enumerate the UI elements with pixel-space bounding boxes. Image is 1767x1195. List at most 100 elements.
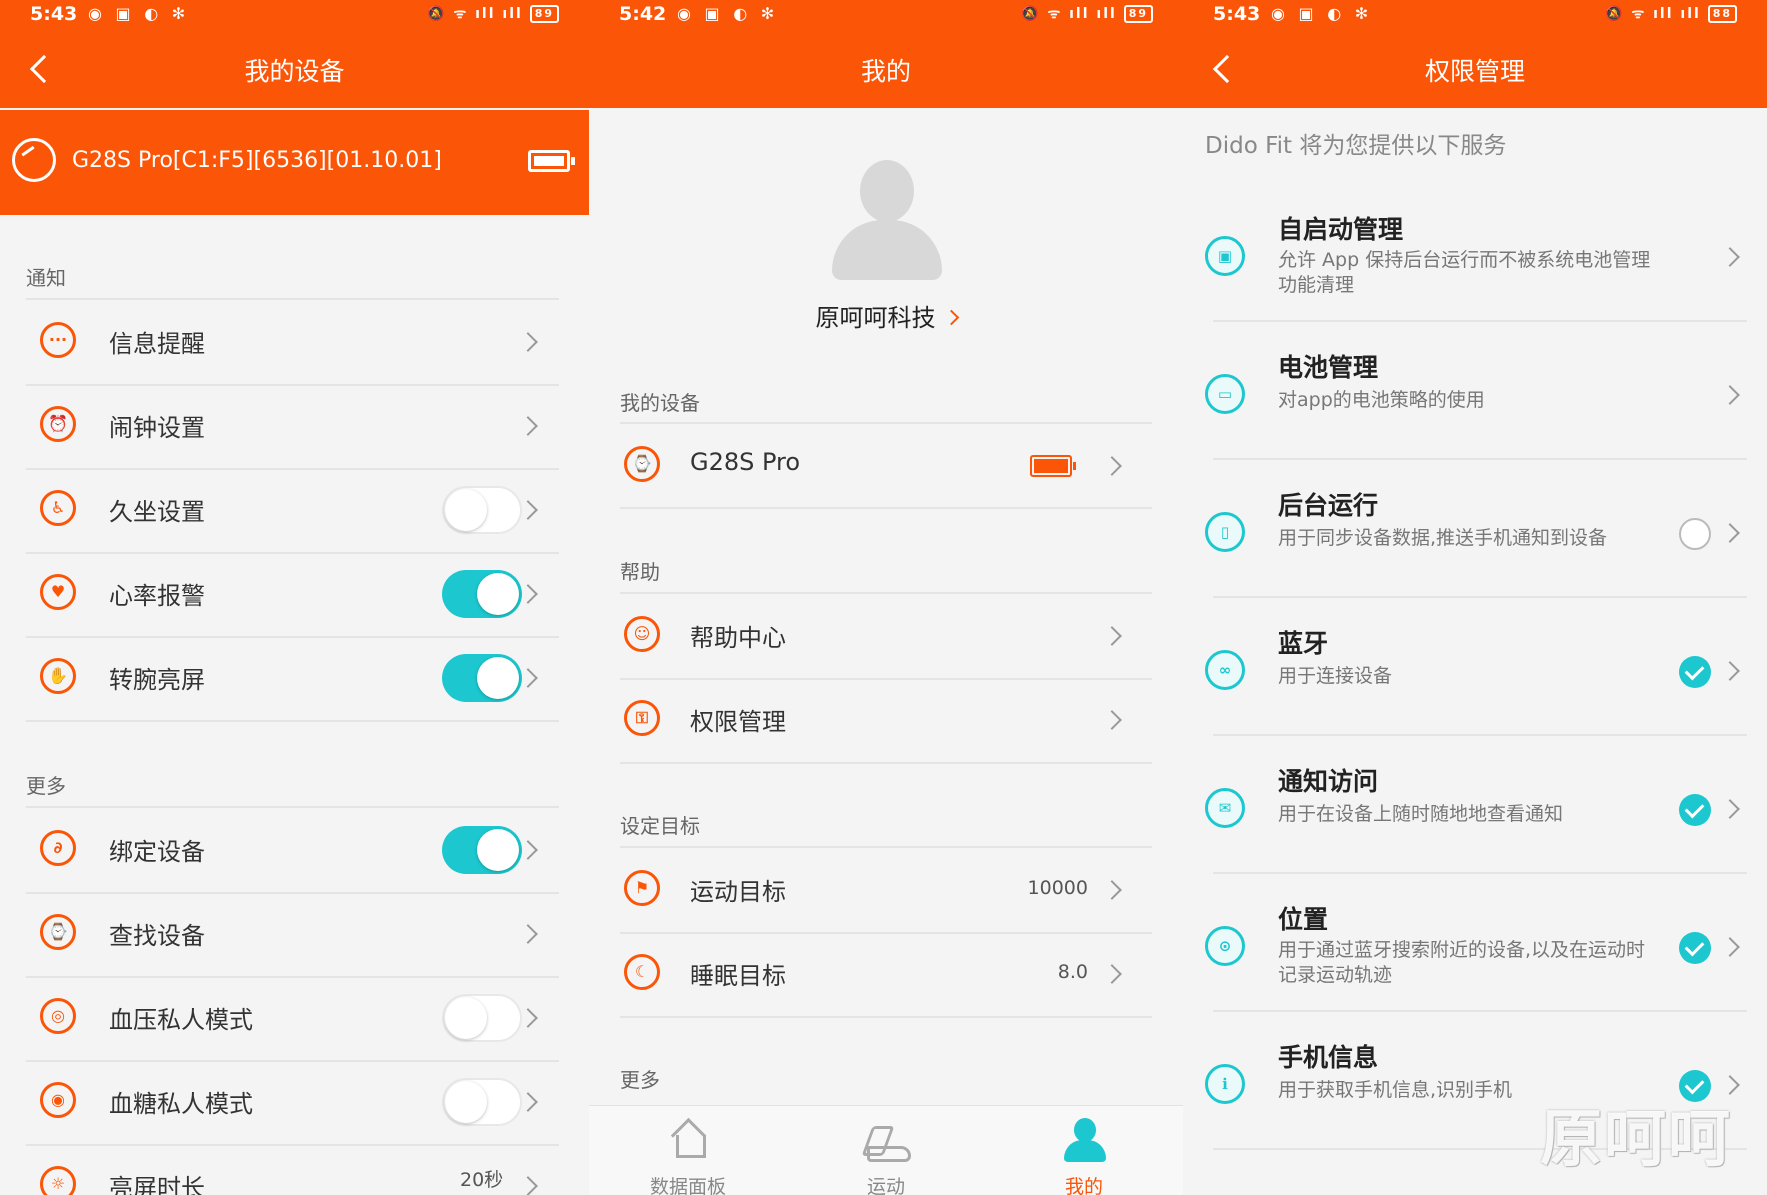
permission-item[interactable]: ▯ 后台运行 用于同步设备数据,推送手机通知到设备	[1183, 460, 1767, 598]
settings-row[interactable]: ♿ 久坐设置	[26, 468, 559, 552]
status-icons: ◉ ▣ ◐ ✻	[677, 4, 779, 23]
section-help: 帮助	[620, 560, 660, 584]
help-row[interactable]: ☺ 帮助中心	[620, 594, 1152, 678]
check-icon[interactable]	[1679, 794, 1711, 826]
status-right-icons: 🔕 ᯤ ıll ıll 89	[427, 4, 559, 23]
chevron-right-icon	[518, 332, 538, 352]
row-label: 绑定设备	[109, 838, 205, 866]
divider	[620, 507, 1152, 509]
row-label: 久坐设置	[109, 498, 205, 526]
row-value: 20秒	[460, 1169, 504, 1191]
battery-level: 88	[1707, 5, 1737, 23]
bottom-nav: 数据面板 运动 我的	[589, 1105, 1183, 1195]
nav-me[interactable]: 我的	[985, 1106, 1183, 1195]
toggle-switch[interactable]	[442, 654, 522, 702]
permission-desc: 允许 App 保持后台运行而不被系统电池管理功能清理	[1278, 249, 1651, 296]
toggle-switch[interactable]	[442, 1078, 522, 1126]
permission-title: 后台运行	[1278, 491, 1379, 520]
settings-row[interactable]: ∂ 绑定设备	[26, 808, 559, 892]
username-link[interactable]: 原呵呵科技	[589, 298, 1183, 333]
row-label: 血糖私人模式	[109, 1090, 253, 1118]
settings-row[interactable]: ☼ 亮屏时长 20秒	[26, 1144, 559, 1195]
chevron-right-icon	[1102, 710, 1122, 730]
row-label: 亮屏时长	[109, 1174, 205, 1195]
device-banner[interactable]: G28S Pro[C1:F5][6536][01.10.01]	[0, 110, 589, 215]
toggle-switch[interactable]	[442, 826, 522, 874]
settings-row[interactable]: ♥ 心率报警	[26, 552, 559, 636]
title-bar: 我的	[589, 30, 1183, 108]
row-label: 心率报警	[109, 582, 205, 610]
status-time: 5:43	[30, 3, 78, 25]
shoe-icon	[863, 1126, 911, 1162]
chevron-right-icon	[943, 309, 959, 326]
row-label: 权限管理	[690, 708, 786, 736]
title-bar: 权限管理	[1183, 30, 1767, 108]
section-notify: 通知	[26, 266, 66, 290]
page-title: 我的设备	[244, 57, 345, 86]
permission-screen: 5:43 ◉ ▣ ◐ ✻ 🔕 ᯤ ıll ıll 88 权限管理 Dido Fi…	[1183, 0, 1767, 1195]
settings-row[interactable]: ··· 信息提醒	[26, 300, 559, 384]
sleep-goal-icon: ☾	[624, 954, 660, 990]
avatar[interactable]	[832, 160, 942, 280]
find-icon: ⌚	[40, 914, 76, 950]
settings-row[interactable]: ◉ 血糖私人模式	[26, 1060, 559, 1144]
divider	[26, 720, 559, 722]
permission-title: 手机信息	[1278, 1043, 1379, 1072]
goal-row[interactable]: ⚑ 运动目标 10000	[620, 848, 1152, 932]
status-right-icons: 🔕 ᯤ ıll ıll 88	[1605, 4, 1737, 23]
permission-title: 电池管理	[1278, 353, 1379, 382]
permission-item[interactable]: ∞ 蓝牙 用于连接设备	[1183, 598, 1767, 736]
status-icons: ◉ ▣ ◐ ✻	[1271, 4, 1373, 23]
nav-dashboard[interactable]: 数据面板	[589, 1106, 787, 1195]
row-label: 查找设备	[109, 922, 205, 950]
check-icon[interactable]	[1679, 932, 1711, 964]
settings-row[interactable]: ◎ 血压私人模式	[26, 976, 559, 1060]
battery-level: 89	[1123, 5, 1153, 23]
row-label: 睡眠目标	[690, 962, 786, 990]
watch-icon	[12, 138, 56, 182]
battery-level: 89	[529, 5, 559, 23]
check-icon[interactable]	[1679, 656, 1711, 688]
permission-item[interactable]: ▣ 自启动管理 允许 App 保持后台运行而不被系统电池管理功能清理	[1183, 184, 1767, 322]
permission-desc: 用于在设备上随时随地地查看通知	[1278, 803, 1564, 825]
screen-time-icon: ☼	[40, 1166, 76, 1195]
help-row[interactable]: ⚿ 权限管理	[620, 678, 1152, 762]
blood-sugar-icon: ◉	[40, 1082, 76, 1118]
section-more: 更多	[26, 774, 66, 798]
row-label: 帮助中心	[690, 624, 786, 652]
nav-sport[interactable]: 运动	[787, 1106, 985, 1195]
goal-value: 8.0	[1057, 961, 1088, 983]
status-right-icons: 🔕 ᯤ ıll ıll 89	[1021, 4, 1153, 23]
device-row-name: G28S Pro	[690, 448, 801, 476]
status-time: 5:42	[619, 3, 667, 25]
permission-icon: ⚿	[624, 700, 660, 736]
permission-title: 位置	[1278, 905, 1329, 934]
message-icon: ···	[40, 322, 76, 358]
location-icon: ⊙	[1205, 926, 1245, 966]
profile-screen: 5:42 ◉ ▣ ◐ ✻ 🔕 ᯤ ıll ıll 89 我的 原呵呵科技 我的设…	[589, 0, 1183, 1195]
chevron-right-icon	[1720, 385, 1740, 405]
permission-item[interactable]: ▭ 电池管理 对app的电池策略的使用	[1183, 322, 1767, 460]
autostart-icon: ▣	[1205, 236, 1245, 276]
permission-item[interactable]: ⊙ 位置 用于通过蓝牙搜索附近的设备,以及在运动时记录运动轨迹	[1183, 874, 1767, 1012]
battery-icon	[528, 150, 575, 172]
toggle-switch[interactable]	[442, 994, 522, 1042]
profile-icon	[1064, 1118, 1106, 1162]
permission-item[interactable]: ✉ 通知访问 用于在设备上随时随地地查看通知	[1183, 736, 1767, 874]
chevron-right-icon	[1102, 456, 1122, 476]
settings-row[interactable]: ⏰ 闹钟设置	[26, 384, 559, 468]
divider	[620, 1016, 1152, 1018]
settings-row[interactable]: ✋ 转腕亮屏	[26, 636, 559, 720]
permission-desc: 用于连接设备	[1278, 665, 1393, 687]
heart-icon: ♥	[40, 574, 76, 610]
settings-row[interactable]: ⌚ 查找设备	[26, 892, 559, 976]
page-title: 我的	[860, 57, 911, 86]
device-row[interactable]: ⌚ G28S Pro	[620, 424, 1152, 508]
goal-row[interactable]: ☾ 睡眠目标 8.0	[620, 932, 1152, 1016]
radio-unchecked[interactable]	[1679, 518, 1711, 550]
home-icon	[669, 1120, 707, 1158]
chevron-right-icon	[1720, 937, 1740, 957]
row-label: 血压私人模式	[109, 1006, 253, 1034]
toggle-switch[interactable]	[442, 486, 522, 534]
toggle-switch[interactable]	[442, 570, 522, 618]
